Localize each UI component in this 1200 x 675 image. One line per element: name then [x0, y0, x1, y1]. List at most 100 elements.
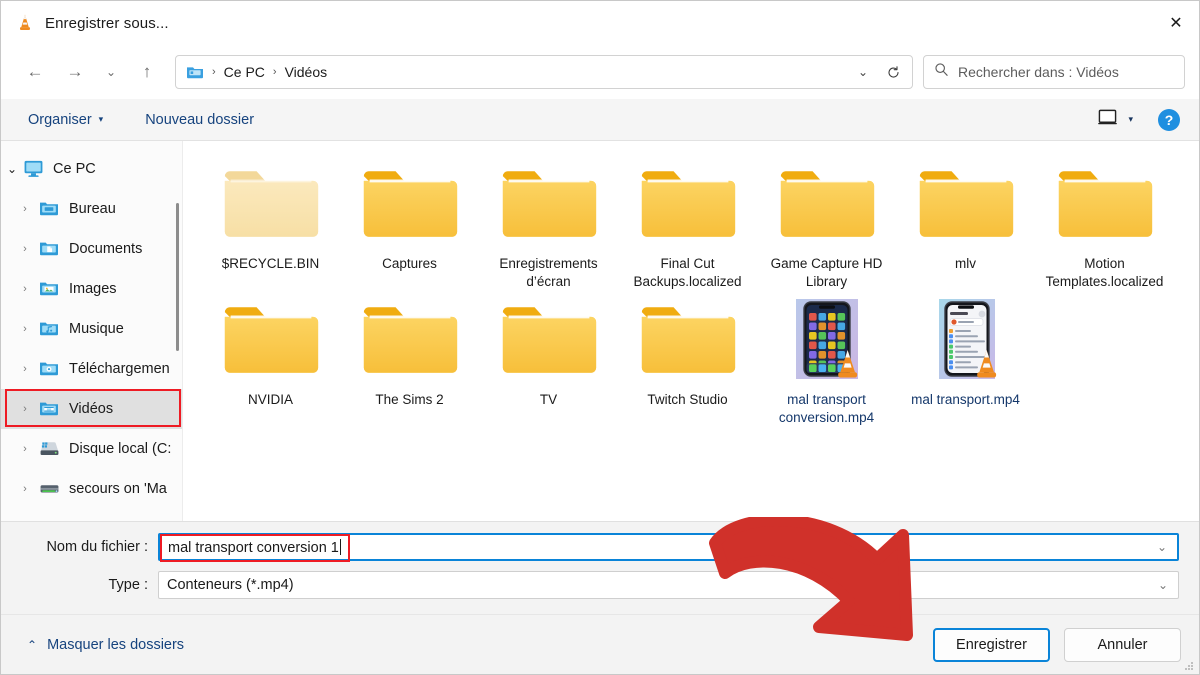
- video-thumbnail-icon: [777, 297, 877, 383]
- navigation-bar: ← → ⌄ ↑ › Ce PC › Vidéos ⌄ Rechercher da…: [1, 45, 1199, 99]
- monitor-icon: [23, 159, 45, 179]
- filename-label: Nom du fichier :: [46, 539, 148, 555]
- file-item[interactable]: mal transport conversion.mp4: [757, 291, 896, 427]
- refresh-icon[interactable]: [878, 57, 908, 87]
- chevron-right-icon[interactable]: ›: [11, 483, 39, 495]
- drive-icon: [39, 439, 61, 459]
- folder-item[interactable]: TV: [479, 291, 618, 427]
- back-button[interactable]: ←: [15, 55, 55, 89]
- search-placeholder: Rechercher dans : Vidéos: [958, 64, 1119, 80]
- search-icon: [934, 62, 949, 82]
- hide-folders-button[interactable]: ⌃ Masquer les dossiers: [19, 631, 192, 659]
- dialog-footer: ⌃ Masquer les dossiers Enregistrer Annul…: [1, 614, 1199, 674]
- folder-icon: [360, 297, 460, 383]
- filename-value: mal transport conversion 1: [168, 538, 341, 556]
- resize-grip[interactable]: [1183, 659, 1195, 671]
- sidebar-item-label: Documents: [69, 241, 143, 257]
- new-folder-label: Nouveau dossier: [145, 111, 255, 128]
- sidebar-item-disque-local-c[interactable]: › Disque local (C:: [1, 429, 183, 469]
- folder-icon: [221, 297, 321, 383]
- folder-videos-icon: [39, 399, 61, 419]
- address-bar-actions: ⌄: [848, 57, 908, 87]
- toolbar-right: ▾ ?: [1091, 103, 1181, 137]
- file-item[interactable]: mal transport.mp4: [896, 291, 1035, 427]
- folder-item[interactable]: $RECYCLE.BIN: [201, 155, 340, 291]
- sidebar-item-musique[interactable]: › Musique: [1, 309, 183, 349]
- sidebar-item-images[interactable]: › Images: [1, 269, 183, 309]
- folder-item[interactable]: Captures: [340, 155, 479, 291]
- folder-item[interactable]: Game Capture HD Library: [757, 155, 896, 291]
- sidebar-item-label: Musique: [69, 321, 124, 337]
- chevron-down-icon[interactable]: ⌄: [1, 162, 23, 176]
- chevron-right-icon[interactable]: ›: [11, 363, 39, 375]
- chevron-right-icon[interactable]: ›: [11, 283, 39, 295]
- folder-desktop-icon: [39, 199, 61, 219]
- folder-item[interactable]: The Sims 2: [340, 291, 479, 427]
- folder-tree: ⌄ Ce PC › Bureau › Documents › Images › Musi…: [1, 149, 183, 509]
- sidebar-item-vid-os[interactable]: › Vidéos: [1, 389, 183, 429]
- folder-icon: [638, 297, 738, 383]
- folder-item[interactable]: Twitch Studio: [618, 291, 757, 427]
- organise-label: Organiser: [28, 111, 92, 128]
- breadcrumb-item-0[interactable]: Ce PC: [220, 61, 269, 83]
- sidebar-item-ce-pc[interactable]: ⌄ Ce PC: [1, 149, 183, 189]
- save-button[interactable]: Enregistrer: [933, 627, 1050, 662]
- item-label: Captures: [382, 256, 437, 271]
- folder-item[interactable]: mlv: [896, 155, 1035, 291]
- folder-icon: [221, 161, 321, 247]
- svg-text:?: ?: [1165, 112, 1174, 128]
- folder-item[interactable]: Final Cut Backups.localized: [618, 155, 757, 291]
- item-label: TV: [539, 392, 558, 407]
- sidebar-item-label: Vidéos: [69, 401, 114, 417]
- chevron-down-icon[interactable]: ⌄: [1148, 572, 1178, 598]
- filename-input[interactable]: mal transport conversion 1 ⌄: [158, 533, 1179, 562]
- folder-item[interactable]: Enregistrements d’écran: [479, 155, 618, 291]
- item-label: Game Capture HD Library: [770, 256, 883, 289]
- filetype-row: Type : Conteneurs (*.mp4) ⌄: [21, 570, 1179, 600]
- breadcrumb-item-1[interactable]: Vidéos: [281, 61, 332, 83]
- cancel-button[interactable]: Annuler: [1064, 627, 1181, 662]
- new-folder-button[interactable]: Nouveau dossier: [136, 107, 263, 133]
- item-label: Enregistrements d’écran: [499, 256, 598, 289]
- filetype-select[interactable]: Conteneurs (*.mp4) ⌄: [158, 571, 1179, 599]
- file-grid: $RECYCLE.BIN Captures Enregistrements d’…: [201, 155, 1187, 427]
- chevron-right-icon[interactable]: ›: [11, 443, 39, 455]
- file-list-pane: $RECYCLE.BIN Captures Enregistrements d’…: [183, 141, 1199, 521]
- item-label: mal transport.mp4: [911, 392, 1020, 407]
- folder-icon: [916, 161, 1016, 247]
- sidebar-item-documents[interactable]: › Documents: [1, 229, 183, 269]
- sidebar-item-t-l-chargemen[interactable]: › Téléchargemen: [1, 349, 183, 389]
- folder-item[interactable]: NVIDIA: [201, 291, 340, 427]
- sidebar-item-bureau[interactable]: › Bureau: [1, 189, 183, 229]
- close-icon[interactable]: ✕: [1153, 1, 1199, 45]
- sidebar-item-secours-on-ma[interactable]: › secours on 'Ma: [1, 469, 183, 509]
- forward-button[interactable]: →: [55, 55, 95, 89]
- view-options-button[interactable]: ▾: [1091, 103, 1139, 137]
- address-bar[interactable]: › Ce PC › Vidéos ⌄: [175, 55, 913, 89]
- chevron-right-icon[interactable]: ›: [11, 323, 39, 335]
- title-bar-left: Enregistrer sous...: [1, 13, 169, 33]
- help-button[interactable]: ?: [1157, 108, 1181, 132]
- folder-music-icon: [39, 319, 61, 339]
- video-thumbnail-icon: [916, 297, 1016, 383]
- chevron-right-icon[interactable]: ›: [11, 243, 39, 255]
- network-drive-icon: [39, 479, 61, 499]
- hide-folders-label: Masquer les dossiers: [47, 636, 185, 653]
- chevron-down-icon[interactable]: ⌄: [848, 57, 878, 87]
- chevron-right-icon[interactable]: ›: [11, 203, 39, 215]
- chevron-right-icon[interactable]: ›: [11, 403, 39, 415]
- search-input[interactable]: Rechercher dans : Vidéos: [923, 55, 1185, 89]
- sidebar-scrollbar[interactable]: [176, 203, 179, 351]
- folder-item[interactable]: Motion Templates.localized: [1035, 155, 1174, 291]
- monitor-view-icon: [1097, 108, 1118, 132]
- folder-icon: [499, 297, 599, 383]
- recent-locations-button[interactable]: ⌄: [95, 55, 127, 89]
- breadcrumb-separator: ›: [272, 66, 277, 78]
- up-button[interactable]: ↑: [127, 55, 167, 89]
- folder-icon: [777, 161, 877, 247]
- breadcrumb-separator: ›: [212, 66, 216, 78]
- chevron-down-icon[interactable]: ⌄: [1147, 535, 1177, 559]
- organise-button[interactable]: Organiser ▾: [19, 107, 112, 133]
- folder-icon: [186, 63, 204, 81]
- folder-icon: [499, 161, 599, 247]
